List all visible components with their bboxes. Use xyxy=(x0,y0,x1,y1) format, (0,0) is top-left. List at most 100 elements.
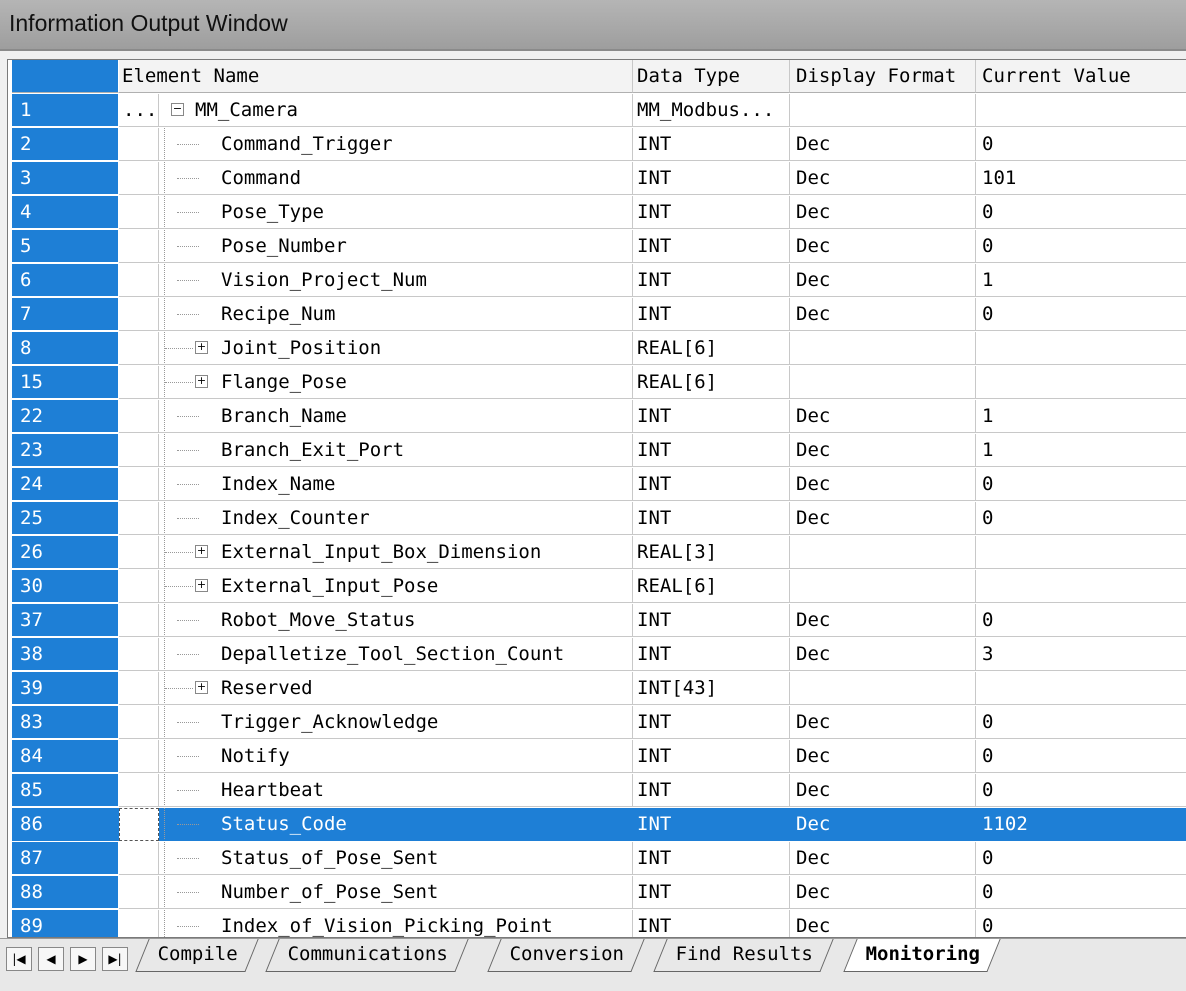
table-row[interactable]: 39 + Reserved INT[43] xyxy=(8,672,1186,706)
element-name-cell[interactable]: Vision_Project_Num xyxy=(159,264,633,297)
display-format-cell[interactable]: Dec xyxy=(790,876,976,909)
row-number[interactable]: 83 xyxy=(12,706,119,739)
row-number[interactable]: 8 xyxy=(12,332,119,365)
element-name-cell[interactable]: Pose_Type xyxy=(159,196,633,229)
display-format-cell[interactable]: Dec xyxy=(790,128,976,161)
tab-compile[interactable]: Compile xyxy=(135,939,259,972)
display-format-cell[interactable]: Dec xyxy=(790,196,976,229)
table-row[interactable]: 88 Number_of_Pose_Sent INT Dec 0 xyxy=(8,876,1186,910)
current-value-cell[interactable]: 1 xyxy=(976,264,1186,297)
display-format-cell[interactable] xyxy=(790,366,976,399)
element-name-cell[interactable]: Pose_Number xyxy=(159,230,633,263)
row-number[interactable]: 39 xyxy=(12,672,119,705)
table-row[interactable]: 22 Branch_Name INT Dec 1 xyxy=(8,400,1186,434)
row-number[interactable]: 89 xyxy=(12,910,119,937)
table-row[interactable]: 38 Depalletize_Tool_Section_Count INT Dec 3 xyxy=(8,638,1186,672)
element-name-cell[interactable]: Heartbeat xyxy=(159,774,633,807)
first-tab-icon[interactable]: |◀ xyxy=(6,947,32,971)
current-value-cell[interactable]: 0 xyxy=(976,298,1186,331)
row-number[interactable]: 84 xyxy=(12,740,119,773)
display-format-cell[interactable]: Dec xyxy=(790,502,976,535)
row-number[interactable]: 6 xyxy=(12,264,119,297)
element-name-cell[interactable]: Trigger_Acknowledge xyxy=(159,706,633,739)
display-format-cell[interactable]: Dec xyxy=(790,468,976,501)
tab-conversion[interactable]: Conversion xyxy=(487,939,646,972)
element-name-cell[interactable]: Notify xyxy=(159,740,633,773)
tab-find-results[interactable]: Find Results xyxy=(653,939,834,972)
display-format-cell[interactable]: Dec xyxy=(790,230,976,263)
display-format-cell[interactable]: Dec xyxy=(790,842,976,875)
table-row[interactable]: 7 Recipe_Num INT Dec 0 xyxy=(8,298,1186,332)
row-number[interactable]: 15 xyxy=(12,366,119,399)
display-format-cell[interactable]: Dec xyxy=(790,774,976,807)
current-value-cell[interactable]: 0 xyxy=(976,128,1186,161)
element-name-cell[interactable]: + External_Input_Pose xyxy=(159,570,633,603)
current-value-cell[interactable]: 0 xyxy=(976,230,1186,263)
row-number[interactable]: 24 xyxy=(12,468,119,501)
table-row[interactable]: 2 Command_Trigger INT Dec 0 xyxy=(8,128,1186,162)
table-row[interactable]: 15 + Flange_Pose REAL[6] xyxy=(8,366,1186,400)
prev-tab-icon[interactable]: ◀ xyxy=(38,947,64,971)
display-format-cell[interactable]: Dec xyxy=(790,400,976,433)
table-row[interactable]: 6 Vision_Project_Num INT Dec 1 xyxy=(8,264,1186,298)
tab-monitoring[interactable]: Monitoring xyxy=(843,939,1002,972)
current-value-cell[interactable]: 0 xyxy=(976,502,1186,535)
table-row[interactable]: 86 Status_Code INT Dec 1102 xyxy=(8,808,1186,842)
tab-communications[interactable]: Communications xyxy=(265,939,469,972)
row-number[interactable]: 1 xyxy=(12,94,119,127)
row-number[interactable]: 85 xyxy=(12,774,119,807)
current-value-cell[interactable]: 1102 xyxy=(976,808,1186,841)
current-value-cell[interactable] xyxy=(976,366,1186,399)
display-format-cell[interactable]: Dec xyxy=(790,808,976,841)
table-row[interactable]: 26 + External_Input_Box_Dimension REAL[3] xyxy=(8,536,1186,570)
display-format-cell[interactable]: Dec xyxy=(790,434,976,467)
current-value-cell[interactable]: 1 xyxy=(976,400,1186,433)
current-value-cell[interactable]: 0 xyxy=(976,706,1186,739)
row-number[interactable]: 87 xyxy=(12,842,119,875)
table-row[interactable]: 23 Branch_Exit_Port INT Dec 1 xyxy=(8,434,1186,468)
current-value-cell[interactable] xyxy=(976,672,1186,705)
display-format-cell[interactable]: Dec xyxy=(790,162,976,195)
element-name-cell[interactable]: Command_Trigger xyxy=(159,128,633,161)
table-row[interactable]: 37 Robot_Move_Status INT Dec 0 xyxy=(8,604,1186,638)
current-value-cell[interactable]: 101 xyxy=(976,162,1186,195)
element-name-cell[interactable]: + Flange_Pose xyxy=(159,366,633,399)
row-number[interactable]: 38 xyxy=(12,638,119,671)
row-number[interactable]: 25 xyxy=(12,502,119,535)
display-format-cell[interactable] xyxy=(790,332,976,365)
current-value-cell[interactable]: 0 xyxy=(976,910,1186,937)
table-row[interactable]: 5 Pose_Number INT Dec 0 xyxy=(8,230,1186,264)
table-row[interactable]: 1... − MM_Camera MM_Modbus... xyxy=(8,94,1186,128)
current-value-cell[interactable]: 0 xyxy=(976,604,1186,637)
current-value-cell[interactable]: 0 xyxy=(976,876,1186,909)
element-name-cell[interactable]: Index_of_Vision_Picking_Point xyxy=(159,910,633,937)
row-number[interactable]: 7 xyxy=(12,298,119,331)
table-row[interactable]: 25 Index_Counter INT Dec 0 xyxy=(8,502,1186,536)
collapse-icon[interactable]: − xyxy=(171,103,184,116)
display-format-cell[interactable] xyxy=(790,570,976,603)
expand-icon[interactable]: + xyxy=(195,545,208,558)
element-name-cell[interactable]: Status_of_Pose_Sent xyxy=(159,842,633,875)
row-number[interactable]: 2 xyxy=(12,128,119,161)
monitor-grid[interactable]: Element Name Data Type Display Format Cu… xyxy=(7,59,1186,938)
column-header-data-type[interactable]: Data Type xyxy=(633,60,790,93)
display-format-cell[interactable]: Dec xyxy=(790,638,976,671)
current-value-cell[interactable]: 0 xyxy=(976,774,1186,807)
current-value-cell[interactable] xyxy=(976,536,1186,569)
table-row[interactable]: 24 Index_Name INT Dec 0 xyxy=(8,468,1186,502)
element-name-cell[interactable]: Status_Code xyxy=(159,808,633,841)
column-header-current-value[interactable]: Current Value xyxy=(976,60,1186,93)
display-format-cell[interactable]: Dec xyxy=(790,264,976,297)
element-name-cell[interactable]: − MM_Camera xyxy=(159,94,633,127)
current-value-cell[interactable]: 3 xyxy=(976,638,1186,671)
element-name-cell[interactable]: Number_of_Pose_Sent xyxy=(159,876,633,909)
element-name-cell[interactable]: Index_Name xyxy=(159,468,633,501)
element-name-cell[interactable]: Command xyxy=(159,162,633,195)
display-format-cell[interactable]: Dec xyxy=(790,740,976,773)
row-number[interactable]: 26 xyxy=(12,536,119,569)
element-name-cell[interactable]: + External_Input_Box_Dimension xyxy=(159,536,633,569)
current-value-cell[interactable] xyxy=(976,94,1186,127)
row-number[interactable]: 37 xyxy=(12,604,119,637)
element-name-cell[interactable]: Branch_Name xyxy=(159,400,633,433)
table-row[interactable]: 87 Status_of_Pose_Sent INT Dec 0 xyxy=(8,842,1186,876)
